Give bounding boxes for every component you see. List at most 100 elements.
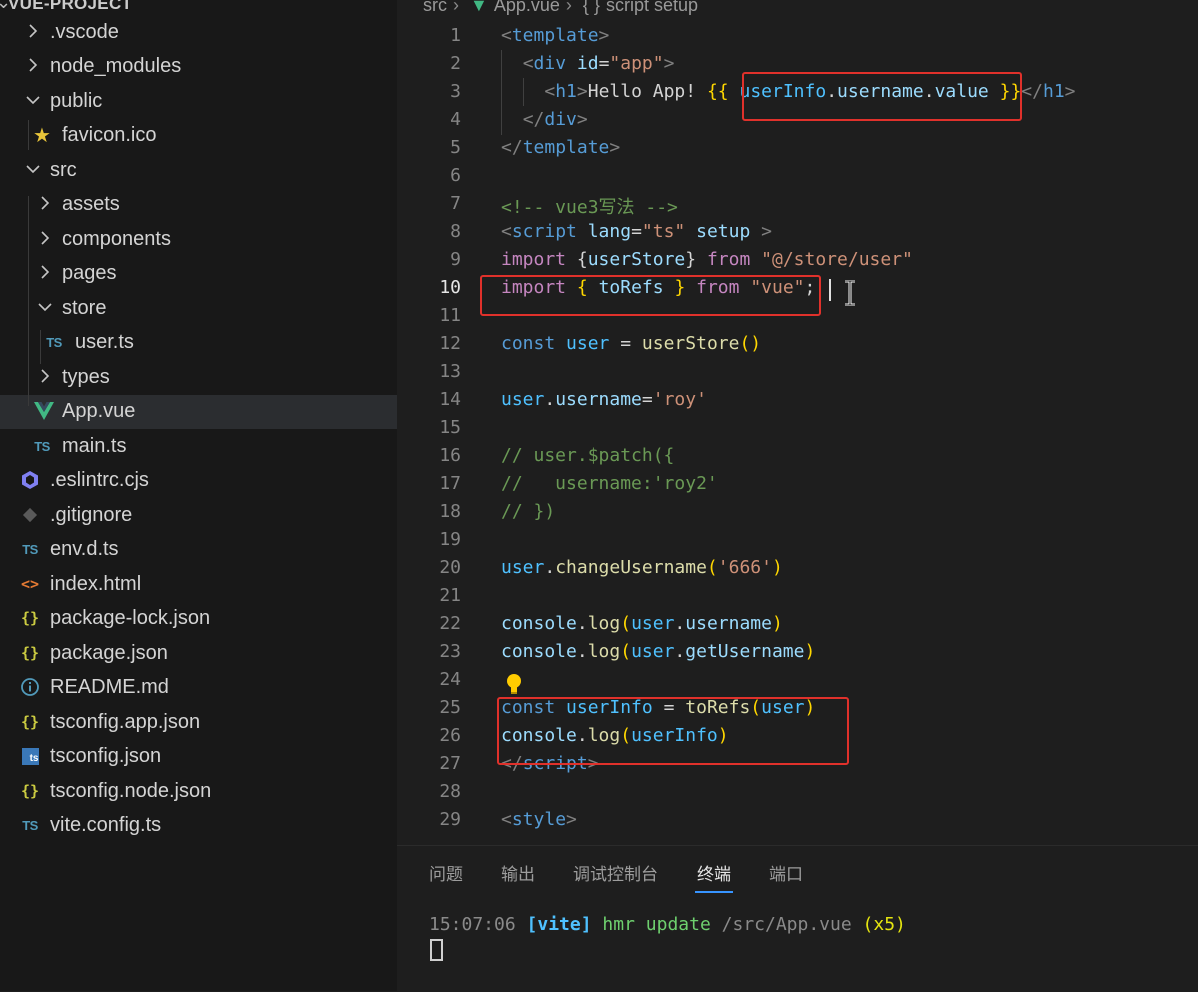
- tree-item-app-vue[interactable]: App.vue: [0, 395, 397, 429]
- tree-item-index-html[interactable]: <> index.html: [0, 568, 397, 602]
- tab-output[interactable]: 输出: [501, 860, 535, 885]
- code-line-19: 19: [397, 528, 1198, 556]
- line-number: 27: [439, 753, 461, 774]
- text-cursor: [829, 279, 831, 301]
- line-number: 22: [439, 613, 461, 634]
- tree-item-main-ts[interactable]: TS main.ts: [0, 430, 397, 464]
- code-text[interactable]: console.log(user.username): [501, 613, 783, 634]
- code-text[interactable]: <div id="app">: [501, 53, 675, 74]
- tree-indent-guide: [40, 330, 41, 364]
- tree-item-components[interactable]: components: [0, 223, 397, 257]
- tree-item-label: src: [50, 159, 77, 181]
- tree-item-label: README.md: [50, 676, 169, 698]
- tree-item-eslintrc-cjs[interactable]: .eslintrc.cjs: [0, 464, 397, 498]
- tab-ports[interactable]: 端口: [769, 860, 803, 885]
- line-number: 8: [450, 221, 461, 242]
- tree-item-node-modules[interactable]: node_modules: [0, 50, 397, 84]
- line-number: 19: [439, 529, 461, 550]
- code-text[interactable]: const user = userStore(): [501, 333, 761, 354]
- terminal-output-line: 15:07:06 [vite] hmr update /src/App.vue …: [429, 914, 906, 935]
- code-text[interactable]: user.username='roy': [501, 389, 707, 410]
- tree-item-tsconfig-app-json[interactable]: {} tsconfig.app.json: [0, 706, 397, 740]
- highlight-box-import-torefs: [480, 275, 821, 316]
- chevron-right-icon: ›: [565, 0, 572, 15]
- ts-file-icon: TS: [34, 438, 50, 454]
- code-text[interactable]: user.changeUsername('666'): [501, 557, 783, 578]
- tree-item-label: components: [62, 228, 171, 250]
- breadcrumb: src › ▼ App.vue › { } script setup: [423, 0, 704, 16]
- code-text[interactable]: <!-- vue3写法 -->: [501, 193, 678, 219]
- chevron-right-icon: [38, 229, 52, 247]
- code-line-6: 6: [397, 164, 1198, 192]
- code-editor[interactable]: src › ▼ App.vue › { } script setup 1 <templat…: [397, 0, 1198, 845]
- tree-item-package-lock-json[interactable]: {} package-lock.json: [0, 602, 397, 636]
- tree-item-gitignore[interactable]: .gitignore: [0, 499, 397, 533]
- tree-item-user-ts[interactable]: TS user.ts: [0, 326, 397, 360]
- line-number: 28: [439, 781, 461, 802]
- line-number: 21: [439, 585, 461, 606]
- code-text[interactable]: </div>: [501, 109, 588, 130]
- tree-item-assets[interactable]: assets: [0, 188, 397, 222]
- breadcrumb-folder[interactable]: src: [423, 0, 447, 15]
- tree-item-favicon-ico[interactable]: ★ favicon.ico: [0, 119, 397, 153]
- line-number: 24: [439, 669, 461, 690]
- tree-item-types[interactable]: types: [0, 361, 397, 395]
- tab-debug-console[interactable]: 调试控制台: [573, 860, 658, 885]
- code-text[interactable]: <template>: [501, 25, 609, 46]
- code-text[interactable]: // }): [501, 501, 555, 522]
- code-text[interactable]: <script lang="ts" setup >: [501, 221, 772, 242]
- tree-item-env-d-ts[interactable]: TS env.d.ts: [0, 533, 397, 567]
- code-text[interactable]: console.log(user.getUsername): [501, 641, 815, 662]
- breadcrumb-file[interactable]: App.vue: [494, 0, 560, 15]
- tab-terminal[interactable]: 终端: [697, 860, 731, 885]
- code-text[interactable]: import {userStore} from "@/store/user": [501, 249, 913, 270]
- line-number: 26: [439, 725, 461, 746]
- tree-item-label: public: [50, 90, 103, 112]
- tab-problems[interactable]: 问题: [429, 860, 463, 885]
- tree-item-package-json[interactable]: {} package.json: [0, 637, 397, 671]
- tree-item-tsconfig-json[interactable]: ts tsconfig.json: [0, 740, 397, 774]
- project-title[interactable]: VUE-PROJECT: [8, 0, 132, 14]
- breadcrumb-symbol[interactable]: script setup: [606, 0, 698, 15]
- code-text[interactable]: // username:'roy2': [501, 473, 718, 494]
- tree-item-store[interactable]: store: [0, 292, 397, 326]
- tree-item-pages[interactable]: pages: [0, 257, 397, 291]
- line-number: 23: [439, 641, 461, 662]
- terminal-count: (x5): [862, 914, 906, 935]
- tree-item-label: .gitignore: [50, 504, 133, 526]
- line-number: 20: [439, 557, 461, 578]
- terminal-message: hmr update: [602, 914, 711, 935]
- code-text[interactable]: <style>: [501, 809, 577, 830]
- line-number: 4: [450, 109, 461, 130]
- tree-item-label: package-lock.json: [50, 607, 211, 629]
- lightbulb-icon[interactable]: [504, 672, 524, 696]
- terminal-time: 15:07:06: [429, 914, 516, 935]
- tree-item-vite-config-ts[interactable]: TS vite.config.ts: [0, 809, 397, 843]
- code-line-1: 1 <template>: [397, 24, 1198, 52]
- code-text[interactable]: // user.$patch({: [501, 445, 674, 466]
- tree-item-label: vite.config.ts: [50, 814, 162, 836]
- ts-file-icon: TS: [46, 334, 62, 350]
- tree-indent-guide: [28, 196, 29, 406]
- tree-item-readme-md[interactable]: README.md: [0, 671, 397, 705]
- line-number: 29: [439, 809, 461, 830]
- tree-item-label: store: [62, 297, 107, 319]
- tree-item-vscode[interactable]: .vscode: [0, 16, 397, 50]
- tree-item-label: App.vue: [62, 400, 136, 422]
- code-line-16: 16 // user.$patch({: [397, 444, 1198, 472]
- tree-item-label: .vscode: [50, 21, 119, 43]
- json-file-icon: {}: [20, 644, 40, 662]
- code-text[interactable]: </template>: [501, 137, 620, 158]
- tree-item-public[interactable]: public: [0, 85, 397, 119]
- chevron-down-icon: [26, 91, 40, 109]
- code-line-28: 28: [397, 780, 1198, 808]
- tree-item-label: package.json: [50, 642, 168, 664]
- tree-item-src[interactable]: src: [0, 154, 397, 188]
- terminal-cursor[interactable]: [430, 939, 443, 961]
- code-line-23: 23 console.log(user.getUsername): [397, 640, 1198, 668]
- code-line-13: 13: [397, 360, 1198, 388]
- tree-item-tsconfig-node-json[interactable]: {} tsconfig.node.json: [0, 775, 397, 809]
- html-file-icon: <>: [20, 575, 40, 593]
- line-number: 10: [439, 277, 461, 298]
- chevron-right-icon: [38, 367, 52, 385]
